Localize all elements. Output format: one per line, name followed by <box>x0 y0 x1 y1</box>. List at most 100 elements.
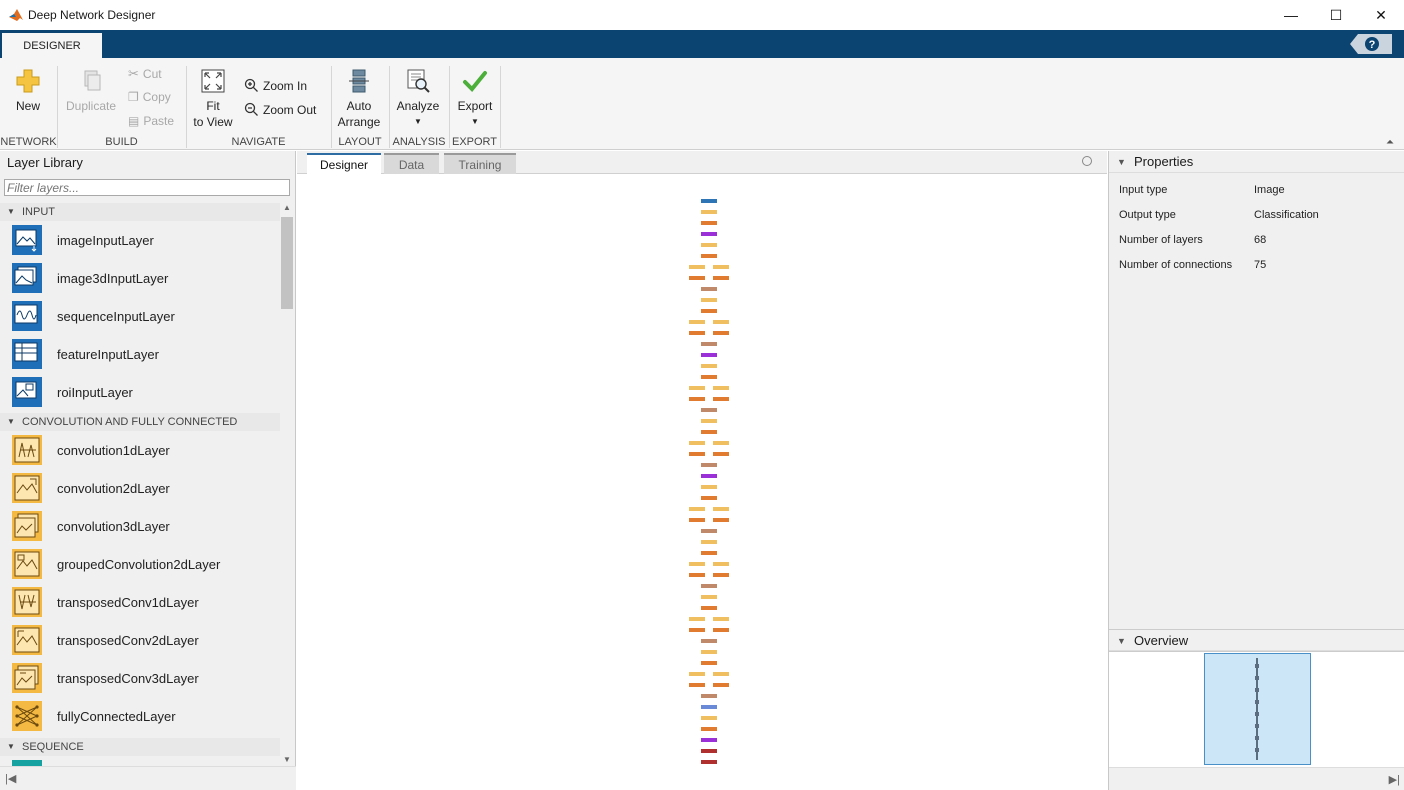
batchnorm-layer-node[interactable] <box>689 452 705 456</box>
conv-layer-node[interactable] <box>701 243 717 247</box>
batchnorm-layer-node[interactable] <box>689 276 705 280</box>
maximize-button[interactable]: ☐ <box>1313 0 1359 30</box>
batchnorm-layer-node[interactable] <box>713 573 729 577</box>
conv-layer-node[interactable] <box>689 441 705 445</box>
zoom-in-button[interactable]: Zoom In <box>244 78 307 93</box>
export-dropdown-icon[interactable]: ▼ <box>452 114 498 130</box>
batchnorm-layer-node[interactable] <box>701 375 717 379</box>
conv-layer-node[interactable] <box>701 364 717 368</box>
conv-layer-node[interactable] <box>701 298 717 302</box>
scroll-up-icon[interactable]: ▲ <box>283 203 291 212</box>
conv-layer-node[interactable] <box>713 672 729 676</box>
conv-layer-node[interactable] <box>689 562 705 566</box>
scroll-end-icon[interactable]: ▶| <box>1389 773 1400 786</box>
tab-designer[interactable]: DESIGNER <box>2 33 102 58</box>
batchnorm-layer-node[interactable] <box>689 573 705 577</box>
conv-layer-node[interactable] <box>701 540 717 544</box>
batchnorm-layer-node[interactable] <box>713 452 729 456</box>
scroll-start-icon[interactable]: |◀ <box>5 772 16 785</box>
auto-arrange-button[interactable]: Auto Arrange <box>335 68 383 130</box>
pool-layer-node[interactable] <box>701 353 717 357</box>
close-button[interactable]: ✕ <box>1358 0 1404 30</box>
batchnorm-layer-node[interactable] <box>713 276 729 280</box>
category-convolution[interactable]: ▼ CONVOLUTION AND FULLY CONNECTED <box>0 413 280 431</box>
conv-layer-node[interactable] <box>713 441 729 445</box>
fit-to-view-button[interactable]: Fit to View <box>190 68 236 130</box>
relu-layer-node[interactable] <box>701 463 717 467</box>
relu-layer-node[interactable] <box>701 529 717 533</box>
relu-layer-node[interactable] <box>701 694 717 698</box>
conv-layer-node[interactable] <box>689 265 705 269</box>
fc-layer-node[interactable] <box>701 705 717 709</box>
conv-layer-node[interactable] <box>713 617 729 621</box>
network-canvas[interactable] <box>297 174 1107 790</box>
conv-layer-node[interactable] <box>713 386 729 390</box>
properties-header[interactable]: ▼ Properties <box>1109 151 1404 173</box>
analyze-button[interactable]: Analyze ▼ <box>393 68 443 130</box>
layer-item-fullyconnectedlayer[interactable]: fullyConnectedLayer <box>0 698 280 736</box>
layer-item-featureinputlayer[interactable]: featureInputLayer <box>0 336 280 374</box>
overview-viewport[interactable] <box>1204 653 1311 765</box>
batchnorm-layer-node[interactable] <box>713 518 729 522</box>
layer-item-imageinputlayer[interactable]: imageInputLayer <box>0 222 280 260</box>
tab-options-icon[interactable] <box>1082 156 1092 166</box>
layer-item-transposedconv3dlayer[interactable]: transposedConv3dLayer <box>0 660 280 698</box>
relu-layer-node[interactable] <box>701 342 717 346</box>
category-input[interactable]: ▼ INPUT <box>0 203 280 221</box>
paste-button[interactable]: ▤ Paste <box>128 114 174 128</box>
scroll-thumb[interactable] <box>281 217 293 309</box>
tab-designer-canvas[interactable]: Designer <box>307 153 381 174</box>
batchnorm-layer-node[interactable] <box>689 397 705 401</box>
export-button[interactable]: Export ▼ <box>452 68 498 130</box>
new-button[interactable]: New <box>6 68 50 114</box>
overview-area[interactable] <box>1109 651 1404 767</box>
layer-item-roiinputlayer[interactable]: roiInputLayer <box>0 374 280 412</box>
batchnorm-layer-node[interactable] <box>713 397 729 401</box>
batchnorm-layer-node[interactable] <box>701 661 717 665</box>
relu-layer-node[interactable] <box>701 584 717 588</box>
layer-item-convolution2dlayer[interactable]: convolution2dLayer <box>0 470 280 508</box>
conv-layer-node[interactable] <box>689 617 705 621</box>
library-scrollbar[interactable]: ▲ ▼ <box>280 203 294 766</box>
zoom-out-button[interactable]: Zoom Out <box>244 102 316 117</box>
conv-layer-node[interactable] <box>689 672 705 676</box>
conv-layer-node[interactable] <box>689 507 705 511</box>
category-sequence[interactable]: ▼ SEQUENCE <box>0 738 280 756</box>
batchnorm-layer-node[interactable] <box>689 628 705 632</box>
batchnorm-layer-node[interactable] <box>689 518 705 522</box>
conv-layer-node[interactable] <box>689 320 705 324</box>
batchnorm-layer-node[interactable] <box>689 683 705 687</box>
batchnorm-layer-node[interactable] <box>713 683 729 687</box>
help-button[interactable]: ? <box>1350 34 1392 54</box>
collapse-ribbon-icon[interactable]: ⏶ <box>1386 137 1394 148</box>
pool-layer-node[interactable] <box>701 474 717 478</box>
layer-item-convolution3dlayer[interactable]: convolution3dLayer <box>0 508 280 546</box>
batchnorm-layer-node[interactable] <box>701 551 717 555</box>
filter-layers-input[interactable] <box>4 179 290 196</box>
conv-layer-node[interactable] <box>701 485 717 489</box>
output-layer-node[interactable] <box>701 760 717 764</box>
relu-layer-node[interactable] <box>701 639 717 643</box>
conv-layer-node[interactable] <box>689 386 705 390</box>
conv-layer-node[interactable] <box>701 419 717 423</box>
batchnorm-layer-node[interactable] <box>701 430 717 434</box>
layer-item-image3dinputlayer[interactable]: image3dInputLayer <box>0 260 280 298</box>
overview-header[interactable]: ▼ Overview <box>1109 629 1404 651</box>
batchnorm-layer-node[interactable] <box>713 331 729 335</box>
pool-layer-node[interactable] <box>701 738 717 742</box>
output-layer-node[interactable] <box>701 749 717 753</box>
duplicate-button[interactable]: Duplicate <box>62 68 120 114</box>
batchnorm-layer-node[interactable] <box>701 606 717 610</box>
layer-item-sequenceinputlayer[interactable]: sequenceInputLayer <box>0 298 280 336</box>
layer-item-convolution1dlayer[interactable]: convolution1dLayer <box>0 432 280 470</box>
batchnorm-layer-node[interactable] <box>713 628 729 632</box>
minimize-button[interactable]: — <box>1268 0 1314 30</box>
batchnorm-layer-node[interactable] <box>701 221 717 225</box>
batchnorm-layer-node[interactable] <box>701 727 717 731</box>
layer-item-groupedconvolution2dlayer[interactable]: groupedConvolution2dLayer <box>0 546 280 584</box>
conv-layer-node[interactable] <box>701 595 717 599</box>
tab-data[interactable]: Data <box>384 153 439 174</box>
cut-button[interactable]: ✂ Cut <box>128 66 162 82</box>
conv-layer-node[interactable] <box>713 320 729 324</box>
conv-layer-node[interactable] <box>701 716 717 720</box>
